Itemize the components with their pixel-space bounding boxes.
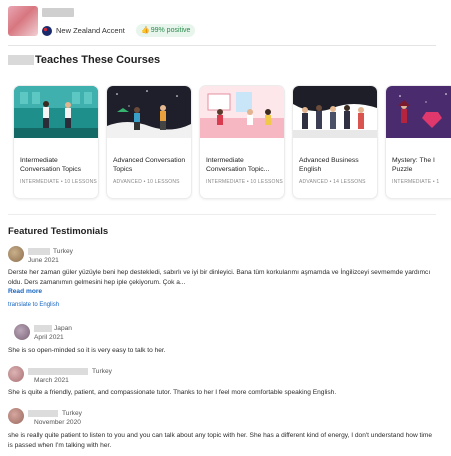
course-title: Advanced Business English: [299, 157, 359, 173]
course-illustration: [386, 86, 451, 138]
positive-rating-badge: 👍99% positive: [136, 24, 196, 37]
reviewer-country: Turkey: [92, 368, 112, 375]
translate-link[interactable]: translate to English: [8, 302, 59, 308]
course-illustration: [200, 86, 284, 138]
course-illustration: [107, 86, 191, 138]
course-title: Mystery: The I Puzzle: [392, 157, 435, 173]
tutor-name-redacted: [42, 8, 74, 17]
course-card[interactable]: Mystery: The I Puzzle INTERMEDIATE • 1: [386, 86, 451, 198]
course-illustration: [293, 86, 377, 138]
course-meta: INTERMEDIATE • 1: [392, 179, 440, 185]
read-more-link[interactable]: Read more: [8, 288, 42, 295]
review-text: she is really quite patient to listen to…: [8, 432, 433, 449]
reviewer-avatar: [8, 366, 24, 382]
positive-rating-text: 99% positive: [150, 27, 191, 34]
reviewer-avatar: [14, 324, 30, 340]
tutor-header: New Zealand Accent 👍99% positive: [8, 6, 448, 42]
review-date: March 2021: [34, 377, 69, 384]
reviewer-country: Turkey: [53, 248, 73, 255]
course-illustration: [14, 86, 98, 138]
reviewer-name-redacted: [28, 248, 50, 255]
section-divider: [8, 214, 436, 215]
course-card[interactable]: Intermediate Conversation Topic... INTER…: [200, 86, 284, 198]
reviewer-avatar: [8, 408, 24, 424]
course-card[interactable]: Advanced Conversation Topics ADVANCED • …: [107, 86, 191, 198]
course-meta: INTERMEDIATE • 10 LESSONS: [20, 179, 97, 185]
course-card[interactable]: Intermediate Conversation Topics INTERME…: [14, 86, 98, 198]
course-meta: INTERMEDIATE • 10 LESSONS: [206, 179, 283, 185]
accent-label: New Zealand Accent: [56, 26, 125, 35]
header-divider: [8, 45, 436, 46]
thumbs-up-icon: 👍: [141, 27, 150, 34]
course-card[interactable]: Advanced Business English ADVANCED • 14 …: [293, 86, 377, 198]
tutor-avatar: [8, 6, 38, 36]
tutor-name-redacted: [8, 55, 34, 65]
review-text: She is quite a friendly, patient, and co…: [8, 389, 337, 396]
new-zealand-flag-icon: [42, 26, 52, 36]
course-title: Intermediate Conversation Topic...: [206, 157, 270, 173]
reviewer-country: Turkey: [62, 410, 82, 417]
course-title: Advanced Conversation Topics: [113, 157, 186, 173]
reviewer-name-redacted: [34, 325, 52, 332]
reviewer-country: Japan: [54, 325, 72, 332]
review-text: Derste her zaman güler yüzüyle beni hep …: [8, 269, 431, 286]
review-date: April 2021: [34, 334, 64, 341]
course-meta: ADVANCED • 14 LESSONS: [299, 179, 366, 185]
review-text: She is so open-minded so it is very easy…: [8, 347, 166, 354]
course-meta: ADVANCED • 10 LESSONS: [113, 179, 180, 185]
tutor-profile-page: New Zealand Accent 👍99% positive Teaches…: [0, 0, 451, 456]
courses-section-title: Teaches These Courses: [35, 54, 161, 66]
review-date: June 2021: [28, 257, 59, 264]
testimonials-section-title: Featured Testimonials: [8, 226, 109, 237]
course-title: Intermediate Conversation Topics: [20, 157, 82, 173]
reviewer-name-redacted: [28, 410, 58, 417]
reviewer-name-redacted: [28, 368, 88, 375]
reviewer-avatar: [8, 246, 24, 262]
review-date: November 2020: [34, 419, 81, 426]
